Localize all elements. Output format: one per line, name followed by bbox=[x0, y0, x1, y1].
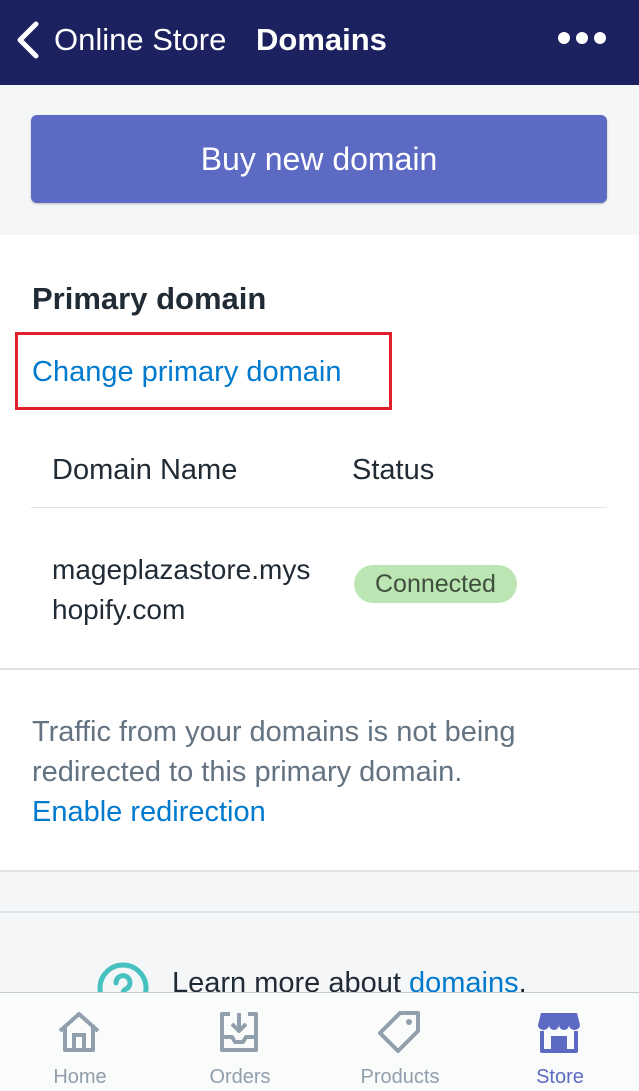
orders-inbox-icon bbox=[220, 1012, 258, 1052]
top-nav-bar: Online Store Domains bbox=[0, 0, 639, 85]
tab-home-label: Home bbox=[53, 1066, 107, 1088]
table-row[interactable]: mageplazastore.myshopify.com Connected bbox=[0, 508, 639, 668]
bottom-tab-bar: Home Orders Products Store bbox=[0, 992, 639, 1091]
primary-domain-heading: Primary domain bbox=[32, 281, 267, 316]
tab-home[interactable]: Home bbox=[0, 993, 160, 1091]
buy-new-domain-button[interactable]: Buy new domain bbox=[31, 115, 607, 203]
domains-help-link[interactable]: domains bbox=[409, 967, 519, 993]
home-icon bbox=[58, 1012, 100, 1052]
primary-domain-card: Primary domain Change primary domain Dom… bbox=[0, 235, 639, 670]
status-badge: Connected bbox=[354, 565, 517, 603]
domain-name-cell: mageplazastore.myshopify.com bbox=[52, 554, 311, 625]
tab-store-label: Store bbox=[536, 1066, 584, 1088]
back-chevron-icon[interactable] bbox=[14, 20, 44, 60]
help-circle-icon bbox=[97, 962, 149, 993]
learn-more-prefix: Learn more about bbox=[172, 967, 409, 993]
page-title: Domains bbox=[256, 22, 387, 57]
change-primary-domain-link[interactable]: Change primary domain bbox=[32, 356, 341, 389]
tab-store[interactable]: Store bbox=[480, 993, 639, 1091]
redirect-info-card: Traffic from your domains is not being r… bbox=[0, 670, 639, 872]
tab-orders[interactable]: Orders bbox=[160, 993, 320, 1091]
learn-more-text: Learn more about domains. bbox=[172, 967, 527, 993]
buy-domain-section: Buy new domain bbox=[0, 85, 639, 235]
tab-products-label: Products bbox=[360, 1066, 440, 1088]
enable-redirection-link[interactable]: Enable redirection bbox=[32, 792, 266, 832]
section-gap bbox=[0, 872, 639, 912]
tab-products[interactable]: Products bbox=[320, 993, 480, 1091]
ellipsis-icon[interactable] bbox=[556, 28, 608, 48]
storefront-icon bbox=[538, 1013, 580, 1053]
tag-icon bbox=[378, 1011, 420, 1053]
column-header-domain-name: Domain Name bbox=[52, 454, 238, 486]
redirect-message: Traffic from your domains is not being r… bbox=[32, 716, 516, 788]
learn-more-row: Learn more about domains. bbox=[0, 913, 639, 993]
tab-orders-label: Orders bbox=[209, 1066, 271, 1088]
back-label[interactable]: Online Store bbox=[54, 20, 226, 60]
column-header-status: Status bbox=[352, 454, 435, 486]
learn-more-suffix: . bbox=[518, 967, 527, 993]
